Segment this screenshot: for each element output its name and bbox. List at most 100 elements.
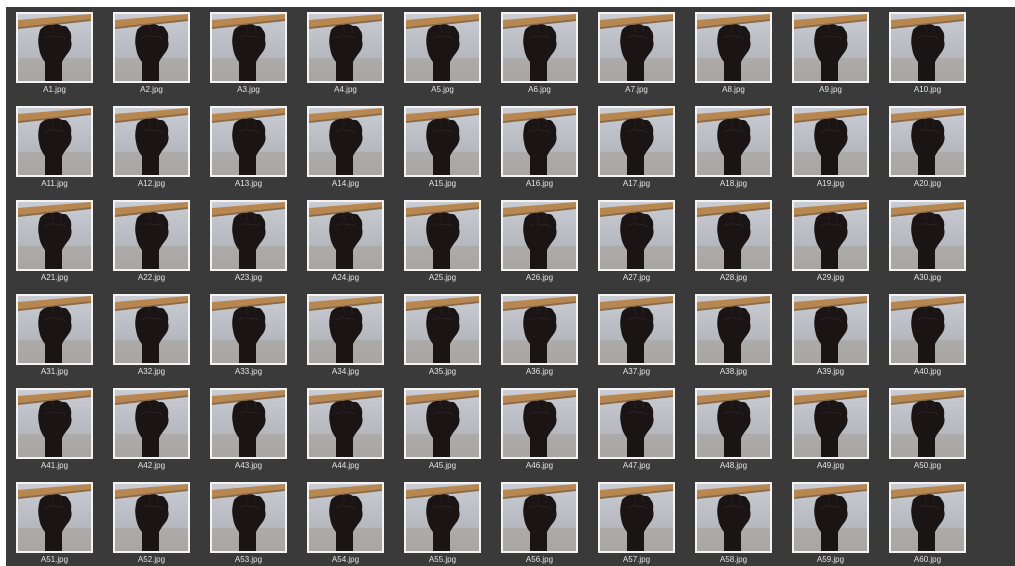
file-thumbnail[interactable]: A28.jpg bbox=[695, 200, 772, 294]
image-preview bbox=[598, 200, 675, 271]
file-thumbnail[interactable]: A8.jpg bbox=[695, 12, 772, 106]
file-thumbnail[interactable]: A7.jpg bbox=[598, 12, 675, 106]
file-thumbnail[interactable]: A27.jpg bbox=[598, 200, 675, 294]
file-thumbnail[interactable]: A23.jpg bbox=[210, 200, 287, 294]
file-thumbnail[interactable]: A44.jpg bbox=[307, 388, 384, 482]
file-name-label: A11.jpg bbox=[41, 179, 68, 188]
file-name-label: A3.jpg bbox=[237, 85, 260, 94]
file-thumbnail[interactable]: A29.jpg bbox=[792, 200, 869, 294]
file-thumbnail[interactable]: A32.jpg bbox=[113, 294, 190, 388]
image-preview bbox=[501, 482, 578, 553]
image-preview bbox=[792, 12, 869, 83]
file-name-label: A6.jpg bbox=[528, 85, 551, 94]
file-thumbnail[interactable]: A40.jpg bbox=[889, 294, 966, 388]
file-name-label: A46.jpg bbox=[525, 461, 554, 470]
fist-photo-icon bbox=[406, 390, 479, 457]
file-thumbnail[interactable]: A45.jpg bbox=[404, 388, 481, 482]
file-thumbnail[interactable]: A50.jpg bbox=[889, 388, 966, 482]
image-preview bbox=[16, 482, 93, 553]
file-name-label: A56.jpg bbox=[525, 555, 554, 564]
file-thumbnail[interactable]: A4.jpg bbox=[307, 12, 384, 106]
file-thumbnail[interactable]: A55.jpg bbox=[404, 482, 481, 566]
fist-photo-icon bbox=[406, 108, 479, 175]
file-thumbnail[interactable]: A54.jpg bbox=[307, 482, 384, 566]
fist-photo-icon bbox=[115, 390, 188, 457]
file-thumbnail[interactable]: A48.jpg bbox=[695, 388, 772, 482]
file-thumbnail[interactable]: A36.jpg bbox=[501, 294, 578, 388]
file-thumbnail[interactable]: A52.jpg bbox=[113, 482, 190, 566]
fist-photo-icon bbox=[794, 484, 867, 551]
image-preview bbox=[695, 12, 772, 83]
file-thumbnail[interactable]: A37.jpg bbox=[598, 294, 675, 388]
file-thumbnail[interactable]: A22.jpg bbox=[113, 200, 190, 294]
file-thumbnail[interactable]: A15.jpg bbox=[404, 106, 481, 200]
file-name-label: A38.jpg bbox=[719, 367, 748, 376]
image-preview bbox=[113, 482, 190, 553]
file-thumbnail[interactable]: A56.jpg bbox=[501, 482, 578, 566]
file-thumbnail[interactable]: A49.jpg bbox=[792, 388, 869, 482]
fist-photo-icon bbox=[891, 296, 964, 363]
file-thumbnail[interactable]: A14.jpg bbox=[307, 106, 384, 200]
file-thumbnail[interactable]: A26.jpg bbox=[501, 200, 578, 294]
image-preview bbox=[889, 106, 966, 177]
file-thumbnail[interactable]: A20.jpg bbox=[889, 106, 966, 200]
file-name-label: A10.jpg bbox=[913, 85, 942, 94]
file-thumbnail[interactable]: A51.jpg bbox=[16, 482, 93, 566]
file-thumbnail[interactable]: A19.jpg bbox=[792, 106, 869, 200]
file-thumbnail[interactable]: A58.jpg bbox=[695, 482, 772, 566]
fist-photo-icon bbox=[309, 296, 382, 363]
file-thumbnail[interactable]: A12.jpg bbox=[113, 106, 190, 200]
file-thumbnail[interactable]: A5.jpg bbox=[404, 12, 481, 106]
file-thumbnail[interactable]: A25.jpg bbox=[404, 200, 481, 294]
image-preview bbox=[113, 200, 190, 271]
file-name-label: A51.jpg bbox=[40, 555, 69, 564]
file-thumbnail[interactable]: A33.jpg bbox=[210, 294, 287, 388]
file-thumbnail[interactable]: A21.jpg bbox=[16, 200, 93, 294]
image-preview bbox=[501, 12, 578, 83]
file-thumbnail[interactable]: A35.jpg bbox=[404, 294, 481, 388]
fist-photo-icon bbox=[600, 296, 673, 363]
file-thumbnail[interactable]: A53.jpg bbox=[210, 482, 287, 566]
image-preview bbox=[404, 388, 481, 459]
file-name-label: A35.jpg bbox=[428, 367, 457, 376]
file-thumbnail[interactable]: A18.jpg bbox=[695, 106, 772, 200]
file-thumbnail[interactable]: A13.jpg bbox=[210, 106, 287, 200]
file-name-label: A12.jpg bbox=[137, 179, 166, 188]
image-preview bbox=[695, 200, 772, 271]
file-thumbnail[interactable]: A24.jpg bbox=[307, 200, 384, 294]
image-preview bbox=[16, 294, 93, 365]
file-thumbnail[interactable]: A47.jpg bbox=[598, 388, 675, 482]
file-name-label: A36.jpg bbox=[525, 367, 554, 376]
file-thumbnail[interactable]: A16.jpg bbox=[501, 106, 578, 200]
image-preview bbox=[210, 294, 287, 365]
file-thumbnail[interactable]: A43.jpg bbox=[210, 388, 287, 482]
file-thumbnail[interactable]: A30.jpg bbox=[889, 200, 966, 294]
file-thumbnail[interactable]: A9.jpg bbox=[792, 12, 869, 106]
fist-photo-icon bbox=[115, 484, 188, 551]
file-thumbnail[interactable]: A34.jpg bbox=[307, 294, 384, 388]
file-thumbnail[interactable]: A60.jpg bbox=[889, 482, 966, 566]
fist-photo-icon bbox=[794, 390, 867, 457]
file-thumbnail[interactable]: A59.jpg bbox=[792, 482, 869, 566]
file-thumbnail[interactable]: A17.jpg bbox=[598, 106, 675, 200]
file-thumbnail[interactable]: A10.jpg bbox=[889, 12, 966, 106]
file-thumbnail[interactable]: A6.jpg bbox=[501, 12, 578, 106]
file-thumbnail[interactable]: A3.jpg bbox=[210, 12, 287, 106]
file-thumbnail[interactable]: A31.jpg bbox=[16, 294, 93, 388]
image-preview bbox=[16, 200, 93, 271]
file-thumbnail[interactable]: A39.jpg bbox=[792, 294, 869, 388]
file-thumbnail[interactable]: A57.jpg bbox=[598, 482, 675, 566]
file-thumbnail[interactable]: A46.jpg bbox=[501, 388, 578, 482]
file-thumbnail[interactable]: A42.jpg bbox=[113, 388, 190, 482]
image-preview bbox=[404, 294, 481, 365]
file-thumbnail[interactable]: A38.jpg bbox=[695, 294, 772, 388]
file-name-label: A44.jpg bbox=[331, 461, 360, 470]
file-thumbnail[interactable]: A2.jpg bbox=[113, 12, 190, 106]
file-thumbnail[interactable]: A41.jpg bbox=[16, 388, 93, 482]
file-thumbnail[interactable]: A11.jpg bbox=[16, 106, 93, 200]
image-preview bbox=[889, 388, 966, 459]
image-preview bbox=[113, 294, 190, 365]
image-preview bbox=[210, 200, 287, 271]
file-name-label: A32.jpg bbox=[137, 367, 166, 376]
file-thumbnail[interactable]: A1.jpg bbox=[16, 12, 93, 106]
